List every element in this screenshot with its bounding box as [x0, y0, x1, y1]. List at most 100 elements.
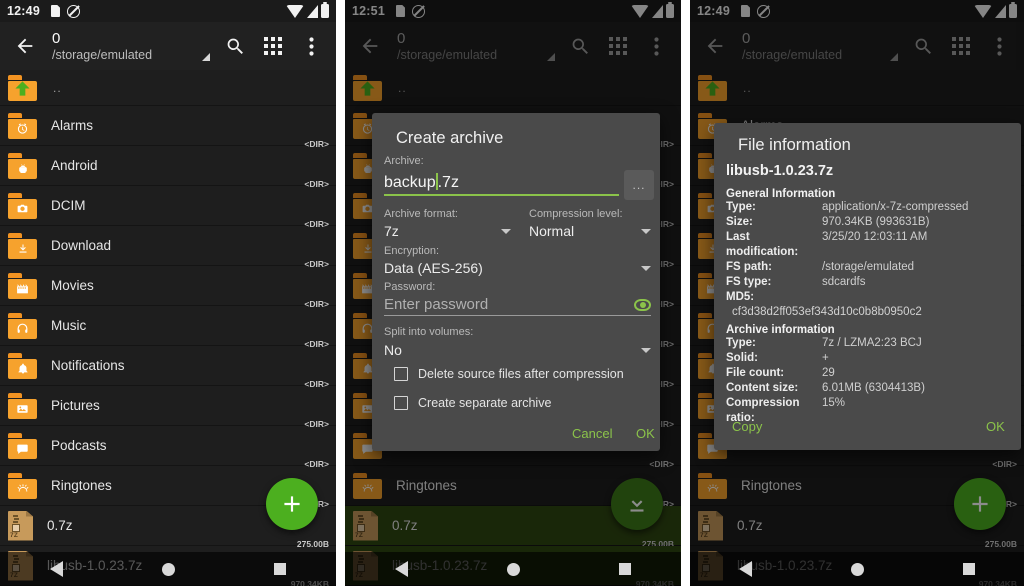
- file-row[interactable]: Android<DIR>: [0, 146, 336, 189]
- chevron-down-icon: [641, 347, 651, 353]
- file-row-name: 0.7z: [47, 518, 73, 533]
- file-row[interactable]: Alarms<DIR>: [0, 106, 336, 149]
- file-row[interactable]: Podcasts<DIR>: [0, 426, 336, 469]
- file-row[interactable]: Notifications<DIR>: [0, 346, 336, 389]
- nav-recents-icon[interactable]: [619, 563, 632, 575]
- info-key: Size:: [726, 216, 753, 228]
- panel-file-information-dialog: 12:49 0 /storage/emulated .. <DIR> Ringt…: [690, 0, 1024, 586]
- delete-source-checkbox-row[interactable]: Delete source files after compression: [394, 367, 624, 381]
- path-title[interactable]: 0 /storage/emulated: [44, 30, 216, 63]
- delete-source-checkbox[interactable]: [394, 367, 408, 381]
- file-information-dialog: File information libusb-1.0.23.7z Genera…: [714, 123, 1021, 450]
- nav-home-icon[interactable]: [506, 562, 520, 576]
- wifi-icon: [286, 4, 304, 18]
- folder-image-icon: [8, 392, 37, 419]
- info-key: FS type:: [726, 276, 772, 288]
- compression-level-select[interactable]: Normal: [529, 223, 651, 239]
- search-button[interactable]: [216, 27, 254, 65]
- folder-ringtone-icon: [8, 472, 37, 499]
- status-time: 12:49: [7, 4, 40, 18]
- apps-grid-button[interactable]: [254, 27, 292, 65]
- nav-home-icon[interactable]: [850, 562, 864, 576]
- file-row-name: ..: [53, 80, 62, 95]
- info-row: FS path: /storage/emulated: [726, 260, 1011, 275]
- info-key: Type:: [726, 337, 756, 349]
- signal-icon: [307, 4, 318, 18]
- file-row[interactable]: Pictures<DIR>: [0, 386, 336, 429]
- info-value: +: [822, 352, 829, 364]
- file-row[interactable]: Movies<DIR>: [0, 266, 336, 309]
- 7z-file-icon: 7Z: [8, 510, 33, 541]
- archive-name-input[interactable]: backup .7z: [384, 173, 619, 196]
- nav-recents-icon[interactable]: [274, 563, 287, 575]
- chevron-down-icon: [641, 228, 651, 234]
- info-row: Last modification: 3/25/20 12:03:11 AM: [726, 230, 1011, 260]
- nav-back-icon[interactable]: [49, 561, 63, 577]
- info-value: 3/25/20 12:03:11 AM: [822, 231, 928, 243]
- fab-create-archive[interactable]: [266, 478, 318, 530]
- file-row[interactable]: DCIM<DIR>: [0, 186, 336, 229]
- encryption-select[interactable]: Data (AES-256): [384, 260, 651, 276]
- file-row[interactable]: Music<DIR>: [0, 306, 336, 349]
- path-expand-corner-icon[interactable]: [202, 52, 210, 61]
- file-row-name: Notifications: [51, 358, 125, 373]
- info-value: sdcardfs: [822, 276, 866, 288]
- info-row: Solid: +: [726, 351, 1011, 366]
- password-input[interactable]: Enter password: [384, 296, 651, 316]
- folder-alarm-icon: [8, 112, 37, 139]
- info-key: Type:: [726, 201, 756, 213]
- nav-recents-icon[interactable]: [962, 563, 975, 575]
- info-row: Type: 7z / LZMA2:23 BCJ: [726, 336, 1011, 351]
- split-volumes-label: Split into volumes:: [384, 326, 474, 338]
- file-row-name: Movies: [51, 278, 94, 293]
- info-value: application/x-7z-compressed: [822, 201, 969, 213]
- show-password-icon[interactable]: [634, 298, 651, 311]
- file-information-body: General Information Type: application/x-7z…: [726, 184, 1011, 426]
- info-key: FS path:: [726, 261, 772, 273]
- android-nav-bar: [690, 552, 1024, 586]
- copy-button[interactable]: Copy: [732, 419, 762, 434]
- file-row-name: Pictures: [51, 398, 100, 413]
- encryption-label: Encryption:: [384, 245, 440, 257]
- info-row: Type: application/x-7z-compressed: [726, 200, 1011, 215]
- archive-field-label: Archive:: [384, 155, 424, 167]
- nav-back-icon[interactable]: [739, 561, 753, 577]
- info-row: File count: 29: [726, 366, 1011, 381]
- info-row: Compression ratio: 15%: [726, 396, 1011, 426]
- info-value: 15%: [822, 397, 846, 409]
- cancel-button[interactable]: Cancel: [572, 426, 612, 441]
- status-left-icons: [50, 4, 80, 18]
- file-row[interactable]: ..: [0, 70, 336, 106]
- compression-level-label: Compression level:: [529, 208, 623, 220]
- info-row: Content size: 6.01MB (6304413B): [726, 381, 1011, 396]
- folder-android-icon: [8, 152, 37, 179]
- archive-format-select[interactable]: 7z: [384, 223, 519, 239]
- overflow-menu-button[interactable]: [292, 27, 330, 65]
- nav-back-icon[interactable]: [394, 561, 408, 577]
- sim-card-icon: [50, 5, 60, 17]
- panel-file-browser: 12:49 0 /storage/emulated .. Alarms <DIR…: [0, 0, 336, 586]
- dialog-title: Create archive: [396, 129, 504, 147]
- split-volumes-select[interactable]: No: [384, 342, 651, 358]
- separate-archive-checkbox[interactable]: [394, 396, 408, 410]
- folder-bell-icon: [8, 352, 37, 379]
- separate-archive-checkbox-row[interactable]: Create separate archive: [394, 396, 551, 410]
- status-bar: 12:49: [0, 0, 336, 22]
- file-row-name: Alarms: [51, 118, 94, 133]
- chevron-down-icon: [501, 228, 511, 234]
- info-value: 970.34KB (993631B): [822, 216, 930, 228]
- archive-format-value: 7z: [384, 223, 399, 239]
- separate-archive-label: Create separate archive: [418, 396, 552, 410]
- browse-button[interactable]: ...: [624, 170, 654, 200]
- file-row[interactable]: Download<DIR>: [0, 226, 336, 269]
- info-value: /storage/emulated: [822, 261, 915, 273]
- folder-camera-icon: [8, 192, 37, 219]
- ok-button[interactable]: OK: [636, 426, 655, 441]
- nav-home-icon[interactable]: [161, 562, 175, 576]
- back-button[interactable]: [6, 27, 44, 65]
- info-value: 29: [822, 367, 835, 379]
- archive-name-value-suffix: .7z: [437, 174, 459, 191]
- panel-separator-1: [336, 0, 345, 586]
- app-bar: 0 /storage/emulated: [0, 22, 336, 70]
- ok-button[interactable]: OK: [986, 419, 1005, 434]
